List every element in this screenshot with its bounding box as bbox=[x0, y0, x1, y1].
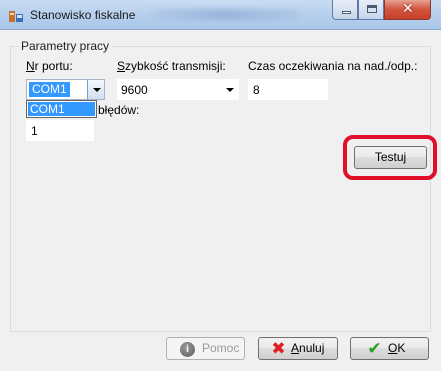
cancel-label-text: nuluj bbox=[299, 341, 325, 355]
maximize-button[interactable] bbox=[358, 0, 384, 20]
ok-mnemonic: O bbox=[388, 341, 398, 355]
help-button[interactable]: i Pomoc bbox=[166, 337, 245, 360]
cancel-x-icon: ✖ bbox=[271, 339, 286, 359]
speed-dropdown-button[interactable] bbox=[221, 80, 238, 99]
ok-button[interactable]: ✔ OK bbox=[350, 337, 429, 360]
chevron-down-icon bbox=[93, 88, 101, 92]
errors-value: 1 bbox=[31, 124, 38, 138]
port-label: Nr portu: bbox=[26, 59, 73, 73]
port-label-text: r portu: bbox=[34, 59, 73, 73]
speed-value: 9600 bbox=[121, 83, 148, 97]
chevron-down-icon bbox=[226, 88, 234, 92]
speed-label-mnemonic: S bbox=[117, 59, 126, 73]
timeout-label: Czas oczekiwania na nad./odp.: bbox=[248, 59, 418, 73]
port-combobox[interactable]: COM1 bbox=[26, 79, 105, 100]
cancel-label: Anuluj bbox=[291, 338, 324, 359]
port-dropdown-list[interactable]: COM1 bbox=[26, 100, 97, 118]
window-title: Stanowisko fiskalne bbox=[30, 8, 136, 22]
port-label-mnemonic: N bbox=[26, 59, 35, 73]
port-dropdown-button[interactable] bbox=[87, 80, 104, 99]
port-option-com1[interactable]: COM1 bbox=[28, 102, 95, 116]
group-title: Parametry pracy bbox=[18, 39, 113, 53]
ok-label-text: K bbox=[397, 341, 406, 355]
dialog-window: Stanowisko fiskalne ✕ Parametry pracy Nr… bbox=[0, 0, 441, 371]
errors-input[interactable]: 1 bbox=[26, 120, 94, 141]
maximize-icon bbox=[367, 5, 377, 13]
info-icon: i bbox=[180, 342, 195, 357]
help-label: Pomoc bbox=[202, 341, 240, 355]
close-button[interactable]: ✕ bbox=[384, 0, 431, 20]
title-bar[interactable]: Stanowisko fiskalne ✕ bbox=[0, 0, 441, 30]
speed-combobox[interactable]: 9600 bbox=[117, 79, 239, 100]
cancel-button[interactable]: ✖ Anuluj bbox=[258, 337, 338, 360]
speed-label-text: zybkość transmisji: bbox=[125, 59, 226, 73]
close-icon: ✕ bbox=[402, 1, 414, 17]
app-icon bbox=[9, 11, 23, 22]
speed-label: Szybkość transmisji: bbox=[117, 59, 226, 73]
ok-label: OK bbox=[388, 338, 405, 359]
title-redaction bbox=[150, 9, 300, 20]
timeout-input[interactable]: 8 bbox=[248, 79, 328, 100]
test-button[interactable]: Testuj bbox=[354, 146, 427, 169]
minimize-icon bbox=[342, 11, 351, 14]
errors-label: błędów: bbox=[98, 103, 140, 117]
cancel-mnemonic: A bbox=[291, 341, 300, 355]
timeout-value: 8 bbox=[253, 83, 260, 97]
minimize-button[interactable] bbox=[332, 0, 358, 20]
checkmark-icon: ✔ bbox=[367, 339, 382, 359]
port-value: COM1 bbox=[29, 82, 70, 97]
